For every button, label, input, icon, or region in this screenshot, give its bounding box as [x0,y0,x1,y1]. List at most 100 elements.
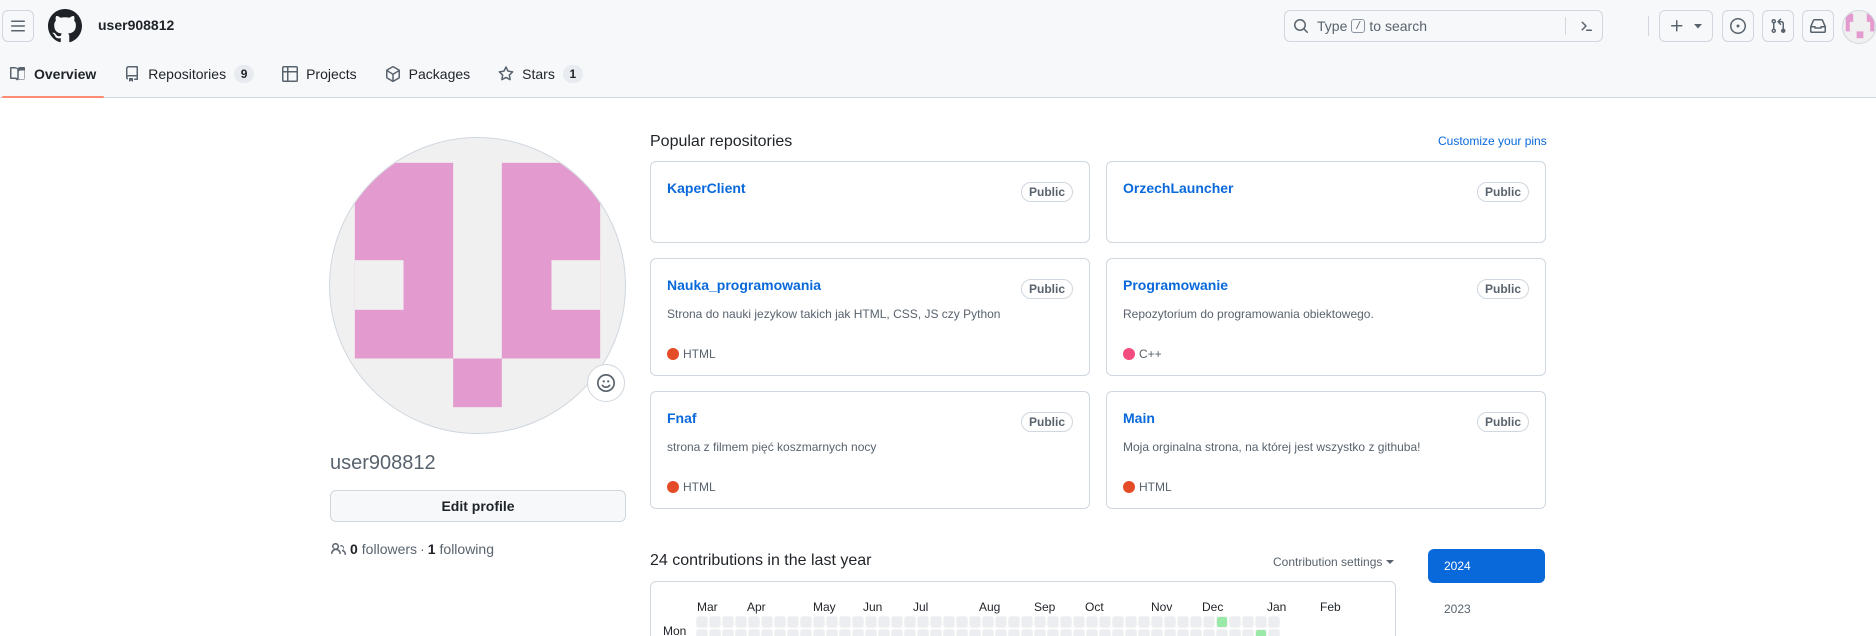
repo-name-link[interactable]: KaperClient [667,180,746,196]
contribution-day-cell[interactable] [1190,616,1202,628]
following-count[interactable]: 1 [428,541,436,557]
contribution-day-cell[interactable] [1060,629,1072,636]
contribution-day-cell[interactable] [787,629,799,636]
contribution-day-cell[interactable] [1034,616,1046,628]
customize-pins-link[interactable]: Customize your pins [1438,134,1547,148]
contribution-day-cell[interactable] [761,629,773,636]
contribution-day-cell[interactable] [800,629,812,636]
contribution-day-cell[interactable] [995,616,1007,628]
contribution-day-cell[interactable] [1229,616,1241,628]
contribution-day-cell[interactable] [1242,616,1254,628]
contribution-day-cell[interactable] [1177,616,1189,628]
contribution-day-cell[interactable] [1164,629,1176,636]
contribution-day-cell[interactable] [1190,629,1202,636]
contribution-day-cell[interactable] [852,629,864,636]
contribution-day-cell[interactable] [735,616,747,628]
contribution-day-cell[interactable] [995,629,1007,636]
contribution-day-cell[interactable] [956,629,968,636]
contribution-day-cell[interactable] [1177,629,1189,636]
search-input[interactable]: Type / to search [1284,10,1603,42]
contribution-day-cell[interactable] [1008,629,1020,636]
contribution-day-cell[interactable] [774,616,786,628]
contribution-day-cell[interactable] [696,629,708,636]
contribution-day-cell[interactable] [761,616,773,628]
github-logo-icon[interactable] [48,9,82,43]
contribution-day-cell[interactable] [813,616,825,628]
contribution-day-cell[interactable] [904,616,916,628]
contribution-day-cell[interactable] [1229,629,1241,636]
profile-avatar[interactable] [329,137,626,434]
pull-requests-button[interactable] [1762,10,1794,42]
contribution-day-cell[interactable] [865,629,877,636]
header-username[interactable]: user908812 [98,17,174,33]
following-link[interactable]: following [440,541,494,557]
contribution-day-cell[interactable] [1047,629,1059,636]
contribution-day-cell[interactable] [878,616,890,628]
contribution-day-cell[interactable] [1242,629,1254,636]
contribution-day-cell[interactable] [1099,629,1111,636]
year-2024-button[interactable]: 2024 [1428,549,1545,583]
contribution-day-cell[interactable] [1086,629,1098,636]
contribution-day-cell[interactable] [709,616,721,628]
contribution-day-cell[interactable] [852,616,864,628]
contribution-day-cell[interactable] [1203,629,1215,636]
contribution-day-cell[interactable] [1034,629,1046,636]
contribution-day-cell[interactable] [722,616,734,628]
followers-count[interactable]: 0 [350,541,358,557]
repo-name-link[interactable]: Programowanie [1123,277,1228,293]
contribution-day-cell[interactable] [917,629,929,636]
tab-overview[interactable]: Overview [2,56,105,98]
contribution-day-cell[interactable] [800,616,812,628]
contribution-day-cell[interactable] [1073,616,1085,628]
inbox-button[interactable] [1802,10,1834,42]
contribution-day-cell[interactable] [891,616,903,628]
contribution-settings-dropdown[interactable]: Contribution settings [1273,555,1395,569]
contribution-day-cell[interactable] [891,629,903,636]
contribution-day-cell[interactable] [982,616,994,628]
contribution-day-cell[interactable] [1138,629,1150,636]
tab-repositories[interactable]: Repositories 9 [116,56,262,92]
contribution-day-cell[interactable] [696,616,708,628]
contribution-day-cell[interactable] [943,629,955,636]
repo-name-link[interactable]: OrzechLauncher [1123,180,1233,196]
contribution-day-cell[interactable] [1255,616,1267,628]
contribution-day-cell[interactable] [1112,629,1124,636]
contribution-day-cell[interactable] [1164,616,1176,628]
contribution-day-cell[interactable] [1021,616,1033,628]
issues-button[interactable] [1722,10,1754,42]
contribution-day-cell[interactable] [1008,616,1020,628]
contribution-day-cell[interactable] [969,629,981,636]
create-new-button[interactable] [1659,10,1713,42]
repo-name-link[interactable]: Fnaf [667,410,697,426]
contribution-day-cell[interactable] [735,629,747,636]
repo-name-link[interactable]: Nauka_programowania [667,277,821,293]
set-status-button[interactable] [587,364,625,402]
contribution-day-cell[interactable] [1203,616,1215,628]
contribution-day-cell[interactable] [1138,616,1150,628]
tab-projects[interactable]: Projects [274,56,365,92]
menu-button[interactable] [2,10,34,42]
command-palette-icon[interactable] [1578,18,1594,34]
contribution-day-cell[interactable] [826,629,838,636]
contribution-day-cell[interactable] [878,629,890,636]
contribution-day-cell[interactable] [865,616,877,628]
contribution-day-cell[interactable] [748,616,760,628]
contribution-day-cell[interactable] [787,616,799,628]
contribution-day-cell[interactable] [956,616,968,628]
year-2023-link[interactable]: 2023 [1444,602,1471,616]
contribution-day-cell[interactable] [930,616,942,628]
contribution-day-cell[interactable] [904,629,916,636]
contribution-day-cell[interactable] [1255,629,1267,636]
contribution-day-cell[interactable] [1060,616,1072,628]
contribution-day-cell[interactable] [839,616,851,628]
contribution-day-cell[interactable] [930,629,942,636]
contribution-day-cell[interactable] [1112,616,1124,628]
contribution-day-cell[interactable] [722,629,734,636]
contribution-day-cell[interactable] [1151,629,1163,636]
contribution-day-cell[interactable] [1216,616,1228,628]
edit-profile-button[interactable]: Edit profile [330,490,626,522]
contribution-day-cell[interactable] [1125,616,1137,628]
contribution-day-cell[interactable] [969,616,981,628]
contribution-day-cell[interactable] [813,629,825,636]
contribution-day-cell[interactable] [1216,629,1228,636]
